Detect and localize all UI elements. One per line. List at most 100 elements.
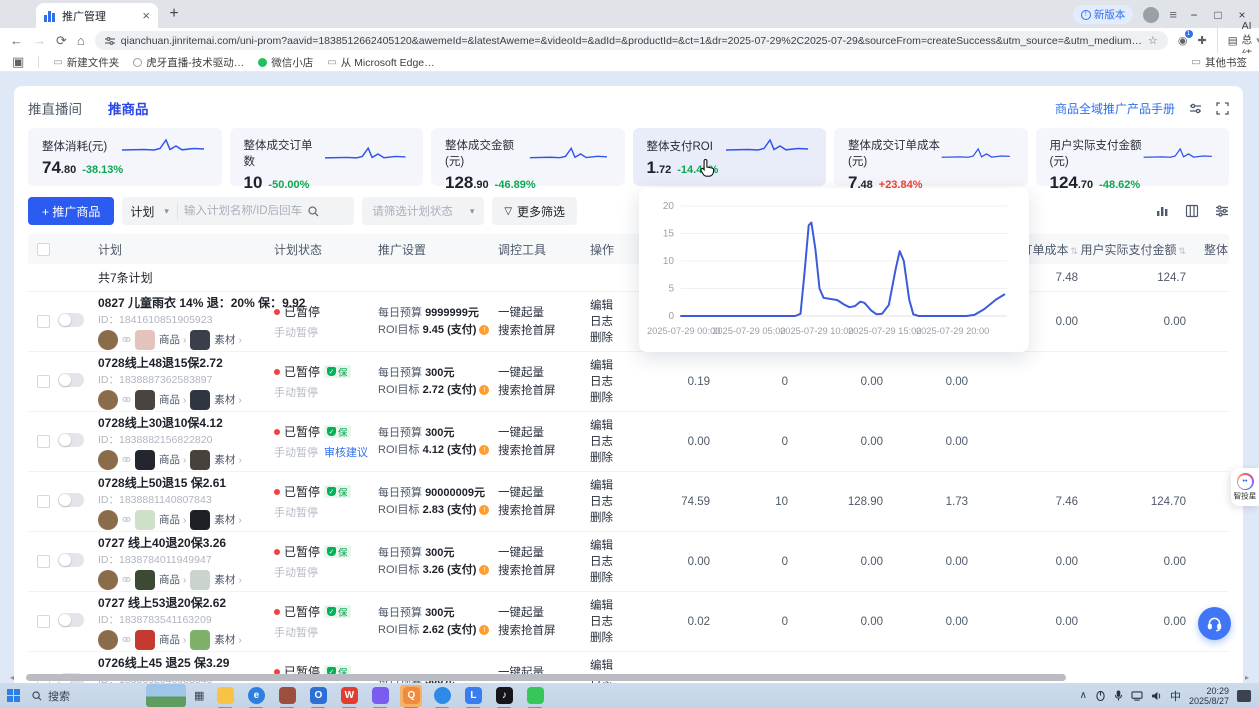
taskbar-app-wechat-app[interactable] [524, 685, 546, 707]
search-icon[interactable] [308, 206, 319, 217]
home-icon[interactable]: ⌂ [77, 33, 85, 48]
row-toggle[interactable] [58, 493, 84, 507]
search-screen-link[interactable]: 搜索抢首屏 [498, 382, 590, 400]
assistant-widget[interactable]: 智投星 [1231, 468, 1259, 506]
material-link[interactable]: 素材 › [214, 632, 241, 647]
taskbar-app-wps[interactable]: W [338, 685, 360, 707]
stat-card[interactable]: 整体支付ROI1.72-14.43% [633, 128, 827, 186]
action-删除[interactable]: 删除 [590, 391, 636, 405]
search-screen-link[interactable]: 搜索抢首屏 [498, 502, 590, 520]
search-screen-link[interactable]: 搜索抢首屏 [498, 442, 590, 460]
microphone-icon[interactable] [1114, 690, 1123, 701]
help-button[interactable] [1198, 607, 1231, 640]
site-settings-icon[interactable] [105, 36, 115, 46]
plan-title[interactable]: 0728线上48退15保2.72 [98, 354, 274, 371]
search-screen-link[interactable]: 搜索抢首屏 [498, 562, 590, 580]
search-screen-link[interactable]: 搜索抢首屏 [498, 622, 590, 640]
product-manual-link[interactable]: 商品全域推广产品手册 [1055, 100, 1175, 117]
taskbar-app-blue-circle-app[interactable] [431, 685, 453, 707]
plan-title[interactable]: 0827 儿童雨衣 14% 退：20% 保：9.92 [98, 294, 274, 311]
media-control-icon[interactable]: ◉1 [1178, 34, 1188, 47]
action-删除[interactable]: 删除 [590, 631, 636, 645]
select-all-checkbox[interactable] [28, 243, 58, 256]
one-key-boost-link[interactable]: 一键起量 [498, 604, 590, 622]
material-link[interactable]: 素材 › [214, 392, 241, 407]
one-key-boost-link[interactable]: 一键起量 [498, 364, 590, 382]
row-toggle[interactable] [58, 373, 84, 387]
extensions-icon[interactable]: ✚ [1198, 34, 1207, 47]
action-删除[interactable]: 删除 [590, 511, 636, 525]
row-checkbox[interactable] [28, 555, 58, 568]
taskbar-app-outlook[interactable]: O [307, 685, 329, 707]
product-link[interactable]: 商品 › [159, 452, 186, 467]
new-version-button[interactable]: !新版本 [1073, 5, 1134, 24]
row-toggle[interactable] [58, 313, 84, 327]
layout-settings-icon[interactable] [1189, 102, 1202, 115]
roi-warning-icon[interactable]: ! [479, 385, 489, 395]
browser-menu-icon[interactable]: ≡ [1169, 7, 1177, 22]
reload-icon[interactable]: ⟳ [56, 33, 67, 49]
plan-title[interactable]: 0728线上30退10保4.12 [98, 414, 274, 431]
bookmark-item[interactable]: ▭新建文件夹 [53, 55, 119, 70]
row-checkbox[interactable] [28, 495, 58, 508]
product-link[interactable]: 商品 › [159, 512, 186, 527]
reading-list-icon[interactable]: ▣ [12, 54, 24, 70]
action-编辑[interactable]: 编辑 [590, 599, 636, 613]
col-tools[interactable]: 调控工具 [498, 241, 590, 258]
roi-warning-icon[interactable]: ! [479, 565, 489, 575]
one-key-boost-link[interactable]: 一键起量 [498, 484, 590, 502]
action-日志[interactable]: 日志 [590, 495, 636, 509]
taskbar-app-qianchuan-app[interactable]: Q [400, 685, 422, 707]
other-bookmarks-button[interactable]: ▭其他书签 [1191, 55, 1247, 70]
mouse-icon[interactable] [1095, 691, 1106, 701]
review-suggestion-link[interactable]: 审核建议 [324, 444, 368, 460]
row-checkbox[interactable] [28, 435, 58, 448]
plan-title[interactable]: 0727 线上53退20保2.62 [98, 594, 274, 611]
tab-product[interactable]: 推商品 [108, 98, 149, 118]
stat-card[interactable]: 整体成交金额(元)128.90-46.89% [431, 128, 625, 186]
action-删除[interactable]: 删除 [590, 571, 636, 585]
roi-warning-icon[interactable]: ! [479, 325, 489, 335]
action-删除[interactable]: 删除 [590, 451, 636, 465]
custom-columns-icon[interactable] [1185, 204, 1199, 218]
row-toggle[interactable] [58, 613, 84, 627]
row-checkbox[interactable] [28, 315, 58, 328]
row-toggle[interactable] [58, 553, 84, 567]
action-编辑[interactable]: 编辑 [590, 359, 636, 373]
taskbar-app-file-explorer[interactable] [214, 685, 236, 707]
action-编辑[interactable]: 编辑 [590, 419, 636, 433]
action-编辑[interactable]: 编辑 [590, 539, 636, 553]
product-link[interactable]: 商品 › [159, 332, 186, 347]
tray-expand-icon[interactable]: ∧ [1080, 690, 1087, 701]
action-日志[interactable]: 日志 [590, 315, 636, 329]
tab-live-room[interactable]: 推直播间 [28, 98, 82, 118]
ime-indicator[interactable]: 中 [1170, 688, 1181, 704]
product-link[interactable]: 商品 › [159, 632, 186, 647]
speaker-icon[interactable] [1151, 691, 1162, 701]
col-plan[interactable]: 计划 [98, 241, 274, 258]
action-编辑[interactable]: 编辑 [590, 659, 636, 673]
stat-card[interactable]: 整体成交订单数10-50.00% [230, 128, 424, 186]
taskbar-app-remote-app[interactable] [369, 685, 391, 707]
minimize-button[interactable]: − [1187, 8, 1201, 22]
table-settings-icon[interactable] [1215, 204, 1229, 218]
taskbar-search[interactable]: 搜索 [26, 688, 146, 704]
product-link[interactable]: 商品 › [159, 572, 186, 587]
taskbar-app-blue-square-app[interactable]: L [462, 685, 484, 707]
notification-icon[interactable] [1237, 690, 1251, 702]
row-checkbox[interactable] [28, 615, 58, 628]
horizontal-scrollbar[interactable]: ◂▸ [16, 673, 1241, 682]
col-overall[interactable]: 整体 [1188, 241, 1230, 258]
forward-icon[interactable]: → [33, 33, 46, 48]
bookmark-item[interactable]: ▭从 Microsoft Edge… [327, 55, 434, 70]
scope-select[interactable]: 计划▾ [130, 203, 178, 220]
chart-view-icon[interactable] [1155, 204, 1169, 218]
action-删除[interactable]: 删除 [590, 331, 636, 345]
profile-avatar[interactable] [1143, 7, 1159, 23]
roi-warning-icon[interactable]: ! [479, 445, 489, 455]
one-key-boost-link[interactable]: 一键起量 [498, 304, 590, 322]
product-link[interactable]: 商品 › [159, 392, 186, 407]
plan-title[interactable]: 0728线上50退15 保2.61 [98, 474, 274, 491]
promote-product-button[interactable]: + 推广商品 [28, 197, 114, 225]
taskbar-app-app-store[interactable] [276, 685, 298, 707]
